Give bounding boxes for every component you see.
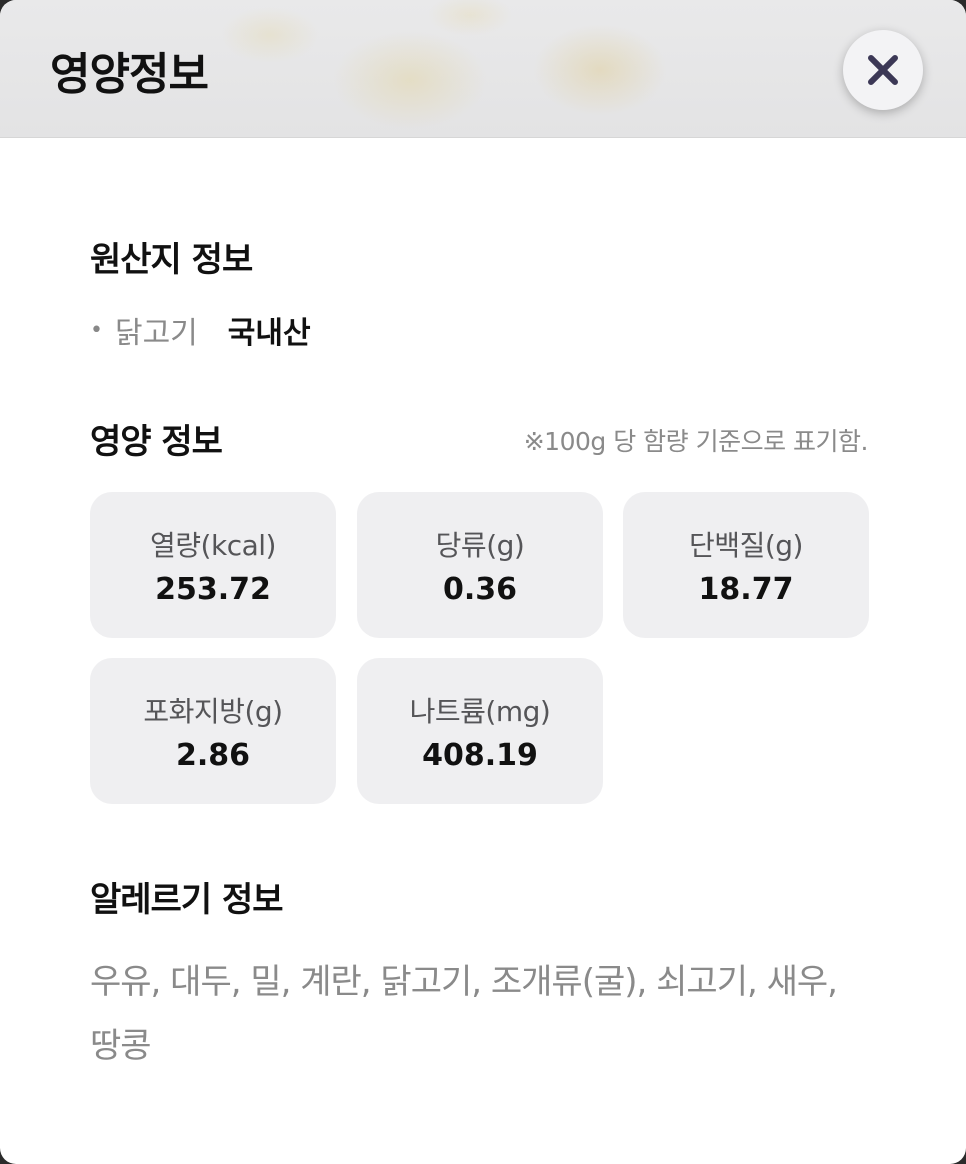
card-value: 18.77 — [698, 571, 794, 607]
origin-section-title: 원산지 정보 — [90, 240, 253, 280]
card-label: 열량(kcal) — [150, 528, 276, 562]
nutrition-card-sodium: 나트륨(mg) 408.19 — [357, 658, 603, 804]
origin-item-value: 국내산 — [227, 316, 311, 351]
nutrition-card-calories: 열량(kcal) 253.72 — [90, 492, 336, 638]
card-value: 0.36 — [442, 571, 518, 607]
nutrition-card-sugar: 당류(g) 0.36 — [357, 492, 603, 638]
modal-header: 영양정보 — [0, 0, 966, 138]
card-label: 나트륨(mg) — [409, 694, 551, 728]
nutrition-note: ※100g 당 함량 기준으로 표기함. — [523, 427, 869, 456]
origin-item: • 닭고기 국내산 — [90, 308, 311, 352]
nutrition-card-protein: 단백질(g) 18.77 — [623, 492, 869, 638]
modal-title: 영양정보 — [50, 49, 209, 100]
origin-item-label: 닭고기 — [114, 316, 198, 351]
nutrition-section-title: 영양 정보 — [90, 422, 223, 462]
card-value: 253.72 — [155, 571, 271, 607]
card-value: 408.19 — [422, 737, 538, 773]
bullet: • — [90, 317, 103, 343]
card-value: 2.86 — [175, 737, 251, 773]
nutrition-card-saturated-fat: 포화지방(g) 2.86 — [90, 658, 336, 804]
allergy-list: 우유, 대두, 밀, 계란, 닭고기, 조개류(굴), 쇠고기, 새우, 땅콩 — [90, 962, 838, 1066]
nutrition-modal: 영양정보 원산지 정보 • 닭고기 국내산 영양 정보 ※100g 당 함량 기… — [0, 0, 966, 1164]
close-icon — [868, 55, 898, 85]
card-label: 당류(g) — [435, 528, 525, 562]
allergy-section-title: 알레르기 정보 — [90, 880, 284, 920]
card-label: 단백질(g) — [689, 528, 803, 562]
card-label: 포화지방(g) — [143, 694, 283, 728]
close-button[interactable] — [843, 30, 923, 110]
